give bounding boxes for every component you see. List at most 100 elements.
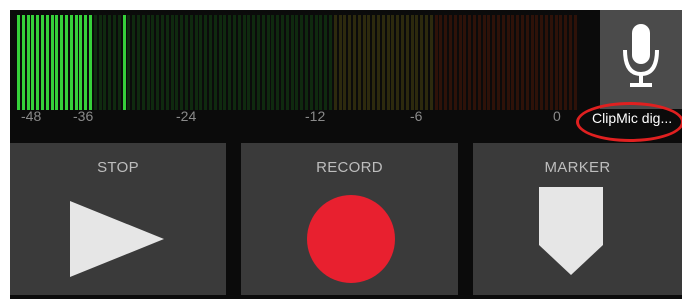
meter-segment — [516, 15, 520, 110]
meter-segment — [98, 15, 102, 110]
meter-segment — [564, 15, 568, 110]
meter-segment — [554, 15, 558, 110]
meter-segment — [261, 15, 265, 110]
meter-segment — [45, 15, 49, 110]
meter-segment — [137, 15, 140, 110]
stop-button[interactable]: STOP — [10, 143, 226, 295]
marker-label: MARKER — [544, 159, 611, 176]
level-meter — [17, 15, 582, 110]
meter-segment — [377, 15, 380, 110]
record-label: RECORD — [316, 159, 383, 176]
meter-segment — [271, 15, 275, 110]
meter-segment — [535, 15, 539, 110]
meter-segment — [401, 15, 404, 110]
meter-segment — [141, 15, 145, 110]
meter-segment — [194, 15, 198, 110]
meter-segment — [60, 15, 64, 110]
meter-segment — [228, 15, 232, 110]
meter-segment — [338, 15, 342, 110]
meter-segment — [309, 15, 313, 110]
meter-segment — [482, 15, 486, 110]
meter-segment — [156, 15, 160, 110]
record-dot-icon — [307, 195, 395, 283]
meter-segment — [521, 15, 524, 110]
meter-segment — [266, 15, 270, 110]
meter-segment — [324, 15, 328, 110]
meter-segment — [319, 15, 323, 110]
meter-tick-minus-12: -12 — [305, 108, 326, 124]
meter-segment — [89, 15, 92, 110]
meter-segment — [50, 15, 54, 110]
meter-segment — [425, 15, 428, 110]
meter-segment — [151, 15, 155, 110]
meter-segment — [17, 15, 20, 110]
meter-segment — [343, 15, 347, 110]
marker-pin-icon — [539, 187, 603, 275]
meter-segment — [405, 15, 409, 110]
microphone-icon — [623, 24, 659, 87]
meter-segment — [381, 15, 385, 110]
play-triangle-icon — [70, 201, 164, 277]
marker-button[interactable]: MARKER — [473, 143, 682, 295]
meter-segment — [545, 15, 548, 110]
meter-segment — [122, 15, 126, 110]
meter-segment — [439, 15, 443, 110]
meter-segment — [525, 15, 529, 110]
meter-segment — [559, 15, 563, 110]
meter-segment — [549, 15, 553, 110]
meter-segment — [333, 15, 337, 110]
meter-segment — [458, 15, 462, 110]
meter-segment — [540, 15, 544, 110]
stop-label: STOP — [97, 159, 139, 176]
meter-segment — [295, 15, 299, 110]
meter-segment — [79, 15, 83, 110]
meter-segment — [453, 15, 457, 110]
meter-segment — [468, 15, 472, 110]
meter-segment — [165, 15, 169, 110]
meter-segment — [449, 15, 452, 110]
meter-segment — [473, 15, 476, 110]
meter-segment — [353, 15, 356, 110]
meter-segment — [497, 15, 500, 110]
meter-segment — [314, 15, 318, 110]
meter-segment — [74, 15, 78, 110]
meter-tick-minus-6: -6 — [410, 108, 423, 124]
meter-segment — [247, 15, 251, 110]
meter-segment — [530, 15, 534, 110]
meter-segment — [391, 15, 395, 110]
meter-segment — [170, 15, 174, 110]
meter-segment — [41, 15, 44, 110]
meter-segment — [108, 15, 112, 110]
record-button[interactable]: RECORD — [241, 143, 458, 295]
meter-segment — [569, 15, 572, 110]
meter-segment — [237, 15, 241, 110]
meter-segment — [55, 15, 59, 110]
meter-segment — [31, 15, 35, 110]
meter-segment — [21, 15, 25, 110]
meter-segment — [69, 15, 73, 110]
meter-segment — [175, 15, 179, 110]
meter-segment — [329, 15, 332, 110]
meter-segment — [511, 15, 515, 110]
meter-segment — [463, 15, 467, 110]
meter-segment — [415, 15, 419, 110]
meter-segment — [386, 15, 390, 110]
meter-segment — [65, 15, 68, 110]
meter-segment — [281, 15, 284, 110]
meter-segment — [410, 15, 414, 110]
meter-segment — [204, 15, 208, 110]
meter-segment — [161, 15, 164, 110]
meter-segment — [348, 15, 352, 110]
input-select-button[interactable] — [600, 10, 682, 109]
recorder-app: -48 -36 -24 -12 -6 0 ClipMic dig... STOP… — [10, 10, 682, 299]
meter-segment — [223, 15, 227, 110]
meter-segment — [132, 15, 136, 110]
meter-segment — [127, 15, 131, 110]
meter-segment — [487, 15, 491, 110]
meter-tick-minus-48: -48 — [21, 108, 42, 124]
meter-segment — [276, 15, 280, 110]
meter-tick-0: 0 — [553, 108, 561, 124]
meter-tick-minus-24: -24 — [176, 108, 197, 124]
meter-segment — [185, 15, 188, 110]
meter-segment — [300, 15, 304, 110]
